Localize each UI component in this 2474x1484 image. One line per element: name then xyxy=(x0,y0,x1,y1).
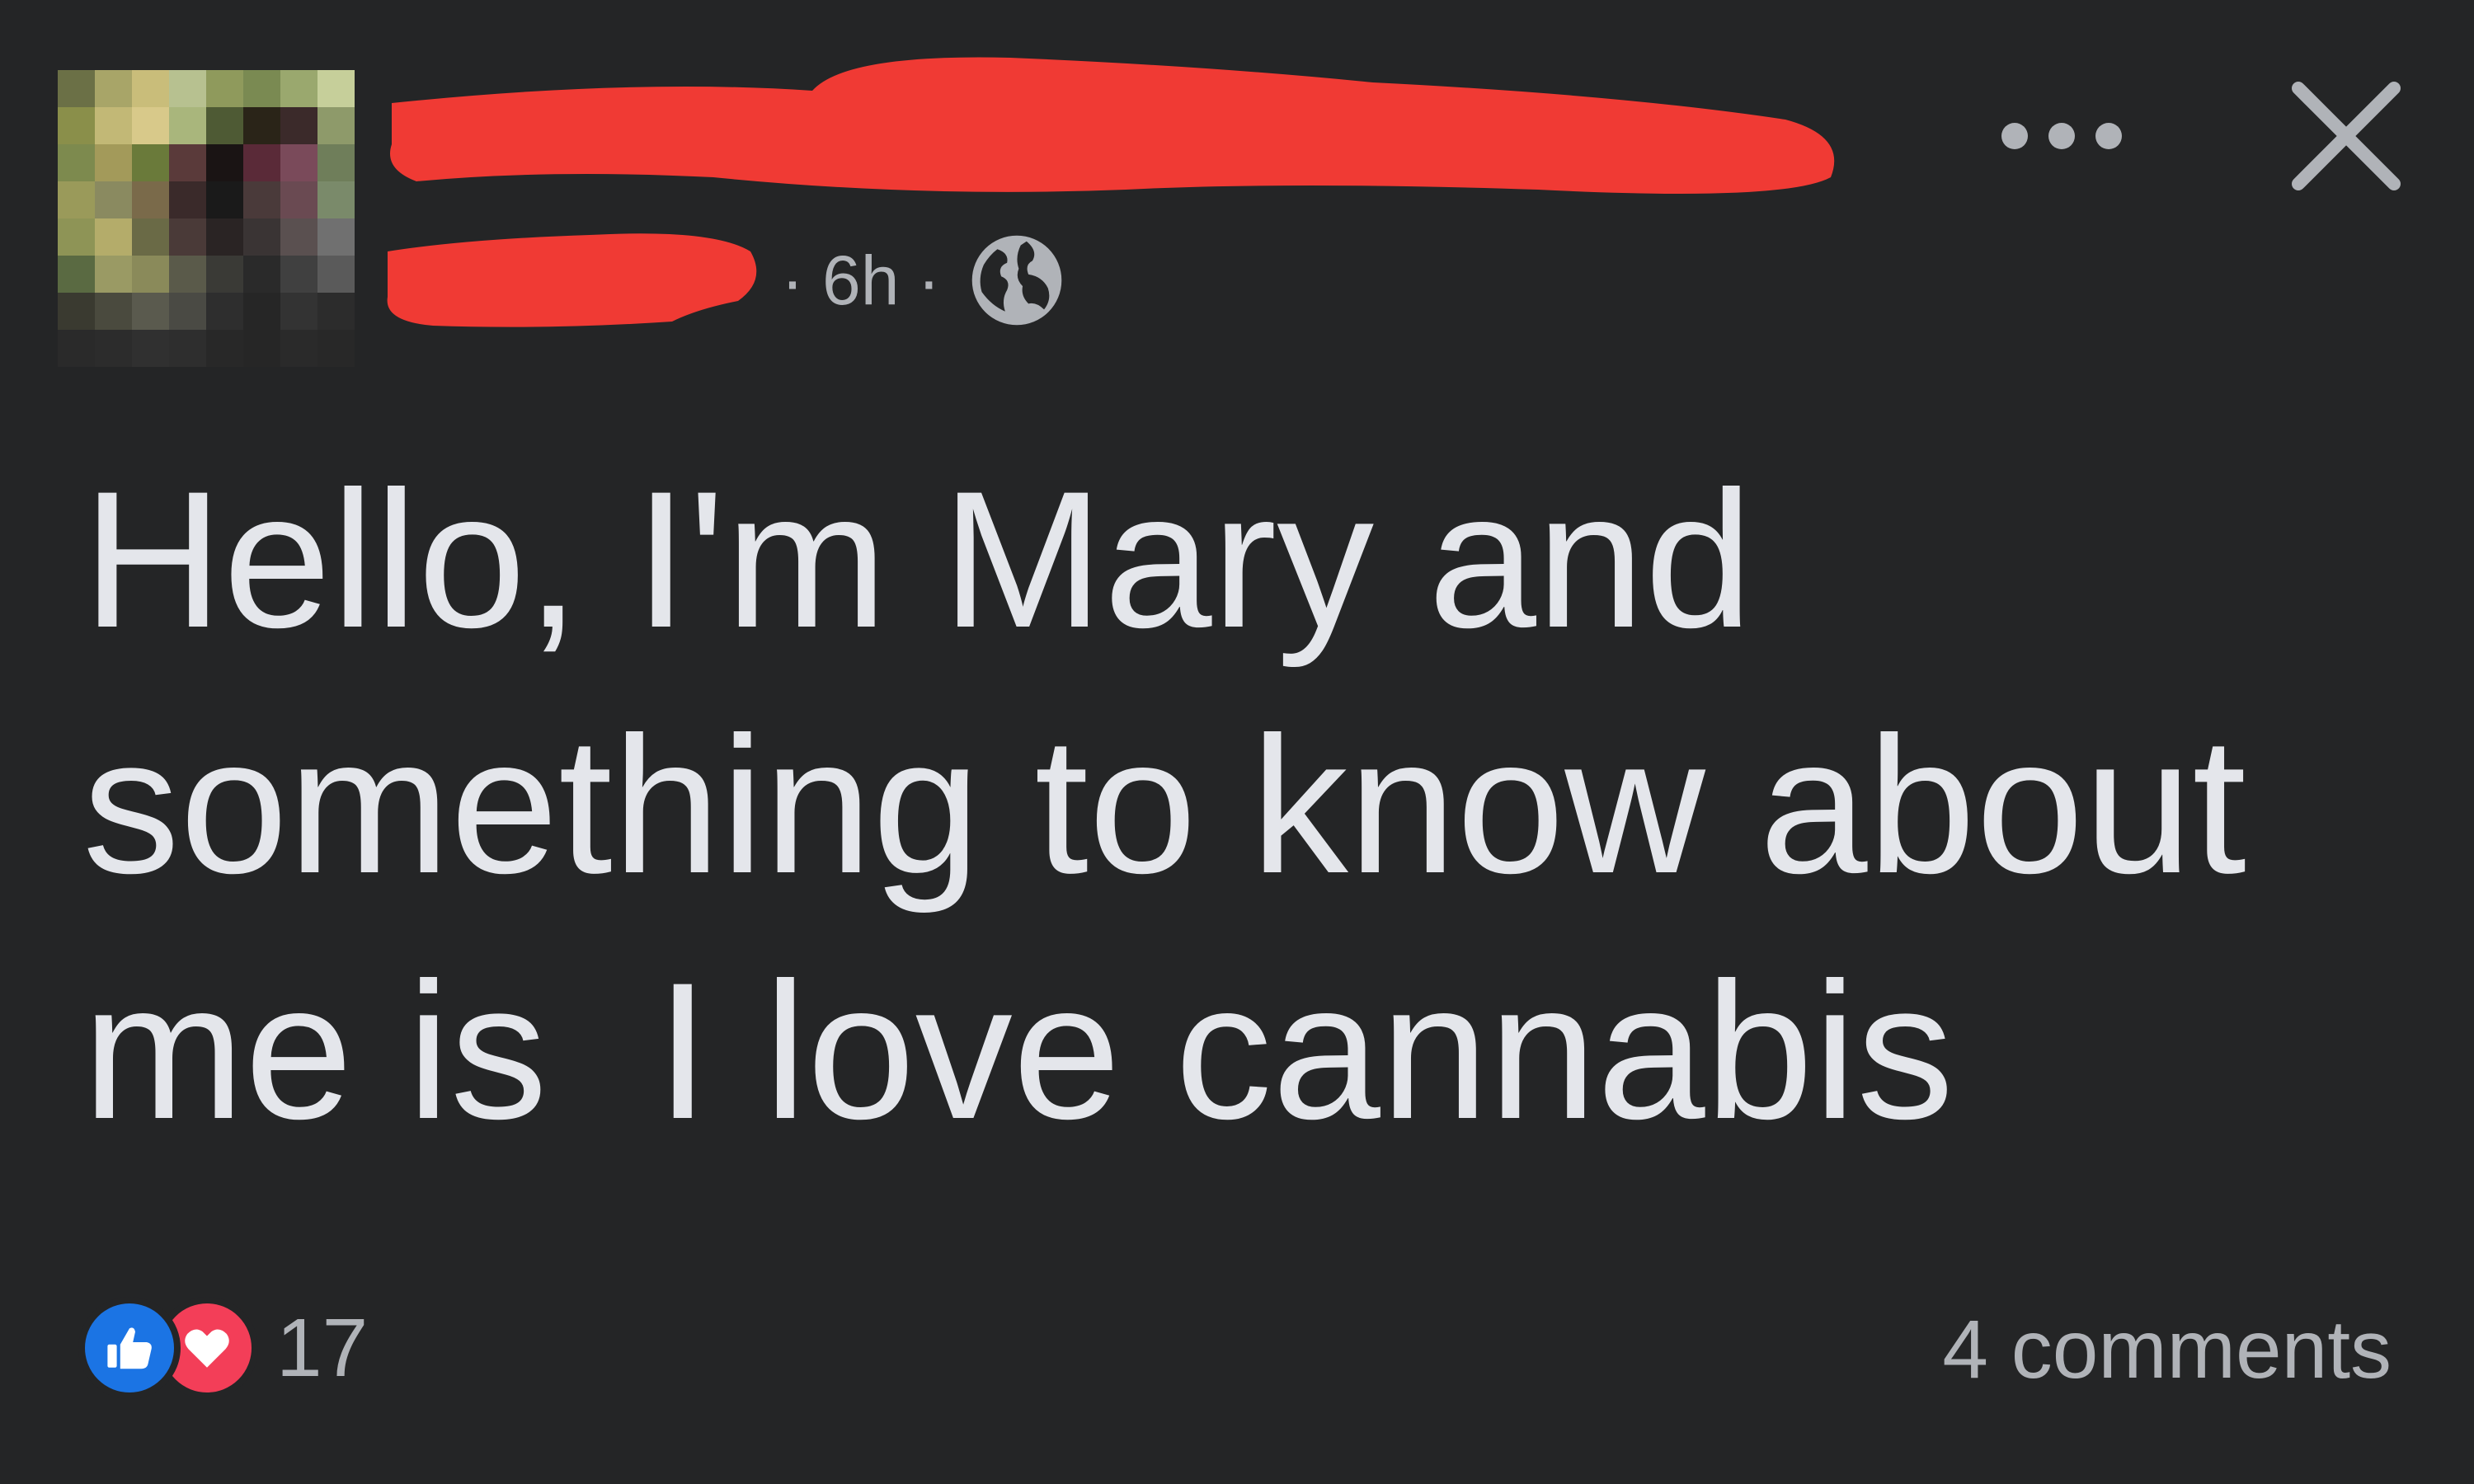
meta-separator: · xyxy=(781,241,804,319)
globe-icon[interactable] xyxy=(968,232,1065,329)
post-meta: · 6h · xyxy=(763,235,1065,326)
ellipsis-dot xyxy=(2095,123,2122,149)
ellipsis-dot xyxy=(2048,123,2075,149)
meta-separator: · xyxy=(917,241,941,319)
post-card: · 6h · Hello, I'm Mary and something to … xyxy=(0,0,2474,1484)
post-text: Hello, I'm Mary and something to know ab… xyxy=(82,451,2246,1160)
more-options-button[interactable] xyxy=(1992,95,2132,177)
close-button[interactable] xyxy=(2280,70,2412,202)
comments-link[interactable]: 4 comments xyxy=(1942,1303,2392,1397)
reactions-summary[interactable]: 17 xyxy=(78,1294,368,1402)
close-icon xyxy=(2292,82,2401,190)
avatar[interactable] xyxy=(58,70,355,367)
ellipsis-dot xyxy=(2001,123,2028,149)
author-redaction xyxy=(387,233,757,327)
post-timestamp[interactable]: 6h xyxy=(822,241,899,321)
reaction-count: 17 xyxy=(276,1301,369,1394)
like-icon xyxy=(78,1297,181,1399)
name-redaction xyxy=(390,57,1835,194)
